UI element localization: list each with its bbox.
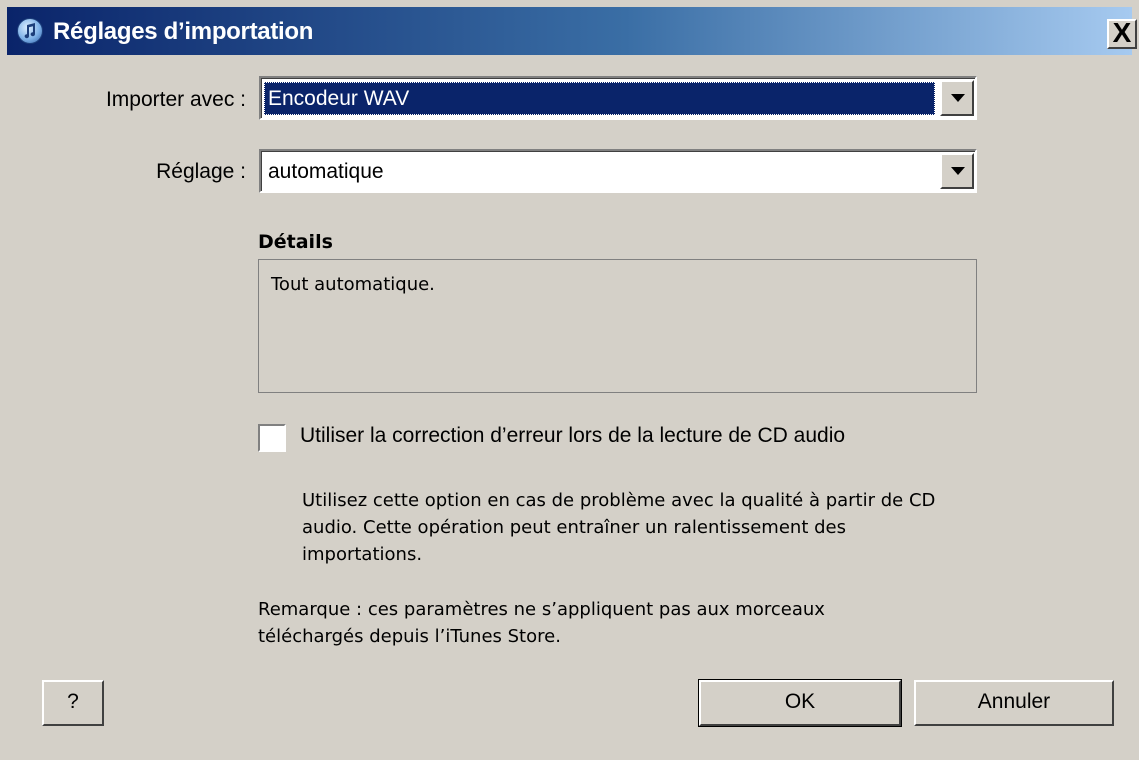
- note: Remarque : ces paramètres ne s’appliquen…: [258, 596, 1018, 650]
- import-encoder-dropdown-button[interactable]: [940, 80, 974, 116]
- note-line: Remarque : ces paramètres ne s’appliquen…: [258, 599, 825, 620]
- help-line: audio. Cette opération peut entraîner un…: [302, 517, 846, 538]
- title-bar[interactable]: Réglages d’importation X: [7, 7, 1137, 55]
- setting-dropdown-button[interactable]: [940, 153, 974, 189]
- ok-button[interactable]: OK: [698, 679, 902, 727]
- import-encoder-value: Encodeur WAV: [268, 87, 410, 110]
- details-heading: Détails: [258, 231, 333, 253]
- import-with-label: Importer avec :: [105, 88, 246, 111]
- dialog-title: Réglages d’importation: [53, 18, 314, 45]
- setting-value: automatique: [268, 160, 384, 183]
- error-correction-label[interactable]: Utiliser la correction d’erreur lors de …: [300, 424, 845, 448]
- details-text: Tout automatique.: [271, 274, 435, 295]
- import-encoder-select[interactable]: Encodeur WAV: [259, 76, 977, 120]
- itunes-note-icon: [17, 18, 43, 44]
- setting-label: Réglage :: [156, 160, 246, 183]
- combo-frame: Encodeur WAV: [261, 78, 975, 118]
- setting-select[interactable]: automatique: [259, 149, 977, 193]
- help-line: importations.: [302, 544, 423, 565]
- error-correction-checkbox[interactable]: [258, 424, 286, 452]
- import-settings-dialog: Réglages d’importation X Importer avec :…: [0, 0, 1139, 760]
- cancel-button[interactable]: Annuler: [914, 680, 1114, 726]
- chevron-down-icon: [951, 94, 965, 102]
- details-box: Tout automatique.: [258, 259, 977, 393]
- help-button[interactable]: ?: [42, 680, 104, 726]
- combo-frame: automatique: [261, 151, 975, 191]
- close-button[interactable]: X: [1107, 19, 1137, 49]
- chevron-down-icon: [951, 167, 965, 175]
- error-correction-help: Utilisez cette option en cas de problème…: [302, 487, 1062, 568]
- help-line: Utilisez cette option en cas de problème…: [302, 490, 936, 511]
- note-line: téléchargés depuis l’iTunes Store.: [258, 626, 561, 647]
